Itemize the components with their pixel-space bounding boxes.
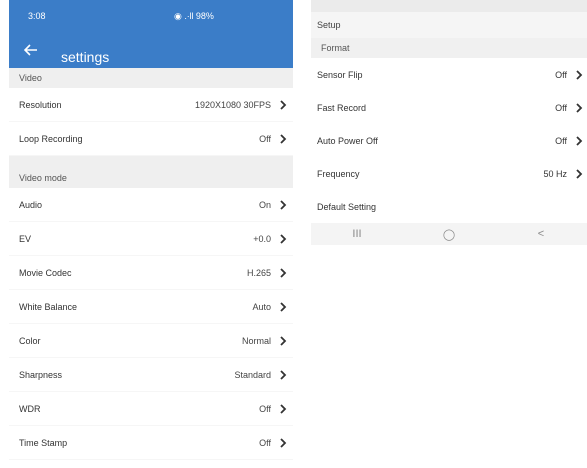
setting-label: WDR <box>19 403 41 414</box>
section-divider <box>9 156 293 168</box>
setting-row-default-setting[interactable]: Default Setting <box>311 190 587 223</box>
setting-row-fast-record[interactable]: Fast Record Off <box>311 91 587 124</box>
setting-value: 50 Hz <box>543 168 567 179</box>
setting-label: Resolution <box>19 99 62 110</box>
setting-row-white-balance[interactable]: White Balance Auto <box>9 290 293 324</box>
setting-label: Default Setting <box>317 201 377 212</box>
setting-label: Time Stamp <box>19 437 68 448</box>
chevron-right-icon <box>280 369 287 380</box>
chevron-right-icon <box>576 135 583 146</box>
setting-row-auto-power-off[interactable]: Auto Power Off Off <box>311 124 587 157</box>
setting-value: Off <box>555 135 567 146</box>
chevron-right-icon <box>576 69 583 80</box>
setting-value: On <box>258 199 271 210</box>
section-header-setup: Setup <box>311 12 587 38</box>
setting-row-sensor-flip[interactable]: Sensor Flip Off <box>311 58 587 91</box>
setting-value: 1920X1080 30FPS <box>194 99 271 110</box>
setting-row-wdr[interactable]: WDR Off <box>9 392 293 426</box>
chevron-right-icon <box>280 199 287 210</box>
setting-label: Audio <box>19 199 43 210</box>
chevron-right-icon <box>280 133 287 144</box>
setting-label: EV <box>19 233 32 244</box>
setting-value: Auto <box>252 301 271 312</box>
setting-label: Movie Codec <box>19 267 72 278</box>
chevron-right-icon <box>280 437 287 448</box>
page-title: settings <box>61 49 110 65</box>
setting-row-movie-codec[interactable]: Movie Codec H.265 <box>9 256 293 290</box>
setting-value: Off <box>259 403 271 414</box>
setting-label: Color <box>19 335 41 346</box>
back-arrow-icon[interactable] <box>24 44 38 56</box>
setting-row-sharpness[interactable]: Sharpness Standard <box>9 358 293 392</box>
chevron-right-icon <box>576 168 583 179</box>
setting-label: Auto Power Off <box>317 135 378 146</box>
format-item[interactable]: Format <box>311 38 587 58</box>
setting-row-audio[interactable]: Audio On <box>9 188 293 222</box>
status-indicators: ◉ .∙ll 98% <box>174 11 214 21</box>
setting-row-ev[interactable]: EV +0.0 <box>9 222 293 256</box>
setting-label: Frequency <box>317 168 360 179</box>
status-time: 3:08 <box>28 11 46 21</box>
setting-value: +0.0 <box>253 233 271 244</box>
app-bar: 3:08 ◉ .∙ll 98% settings <box>9 0 293 68</box>
setting-label: Loop Recording <box>19 133 83 144</box>
home-icon[interactable]: ◯ <box>429 228 469 241</box>
chevron-right-icon <box>280 233 287 244</box>
chevron-right-icon <box>280 403 287 414</box>
top-divider <box>311 0 587 12</box>
setting-value: Standard <box>234 369 271 380</box>
setting-value: Off <box>555 69 567 80</box>
setting-row-time-stamp[interactable]: Time Stamp Off <box>9 426 293 460</box>
setting-value: Off <box>259 437 271 448</box>
back-icon[interactable]: < <box>521 228 561 240</box>
chevron-right-icon <box>280 335 287 346</box>
setting-value: Off <box>555 102 567 113</box>
android-nav-bar: III ◯ < <box>311 223 587 245</box>
setting-value: H.265 <box>246 267 271 278</box>
setting-row-loop-recording[interactable]: Loop Recording Off <box>9 122 293 156</box>
recent-apps-icon[interactable]: III <box>337 228 377 240</box>
chevron-right-icon <box>280 267 287 278</box>
setting-label: White Balance <box>19 301 78 312</box>
section-header-video-mode: Video mode <box>9 168 293 188</box>
setting-label: Sensor Flip <box>317 69 363 80</box>
setup-screen: Setup Format Sensor Flip Off Fast Record… <box>311 0 587 281</box>
setting-value: Off <box>259 133 271 144</box>
setting-label: Fast Record <box>317 102 367 113</box>
chevron-right-icon <box>576 102 583 113</box>
setting-value: Normal <box>241 335 271 346</box>
setting-row-frequency[interactable]: Frequency 50 Hz <box>311 157 587 190</box>
section-header-video: Video <box>9 68 293 88</box>
chevron-right-icon <box>280 301 287 312</box>
setting-row-color[interactable]: Color Normal <box>9 324 293 358</box>
setting-row-resolution[interactable]: Resolution 1920X1080 30FPS <box>9 88 293 122</box>
chevron-right-icon <box>280 99 287 110</box>
settings-screen: 3:08 ◉ .∙ll 98% settings Video Resolutio… <box>9 0 293 468</box>
setting-label: Sharpness <box>19 369 63 380</box>
